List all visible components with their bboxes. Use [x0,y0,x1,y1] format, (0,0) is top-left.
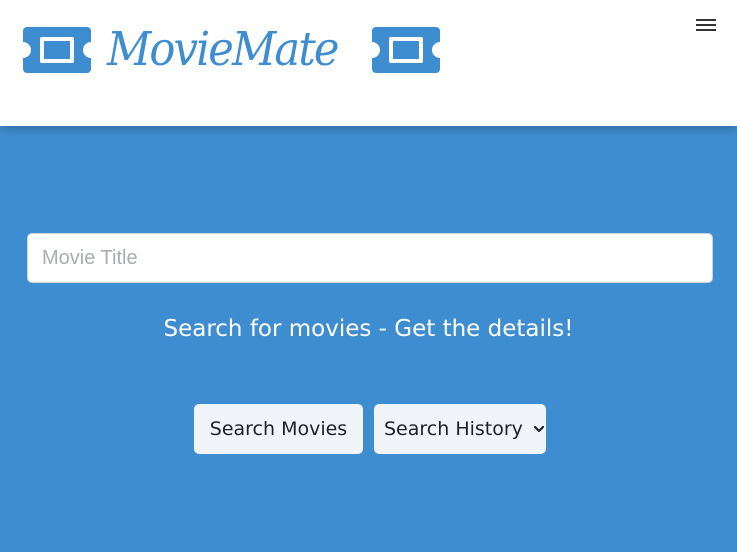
ticket-icon [371,27,440,73]
page: MovieMate Search for movies - Get the de… [0,0,737,552]
hamburger-bar [696,29,716,31]
navbar: MovieMate [0,0,737,126]
hamburger-bar [696,24,716,26]
search-history-label: Search History [384,418,523,440]
ticket-icon [23,27,91,73]
hamburger-menu-icon[interactable] [696,17,716,33]
search-history-dropdown[interactable]: Search History [374,404,546,454]
chevron-down-icon [533,425,545,433]
brand-name: MovieMate [107,22,339,77]
search-movies-label: Search Movies [209,418,348,440]
search-movies-button[interactable]: Search Movies [194,404,363,454]
hamburger-bar [696,19,716,21]
tagline: Search for movies - Get the details! [163,316,574,342]
brand-logo[interactable]: MovieMate [23,25,440,75]
movie-title-input[interactable] [27,233,713,283]
